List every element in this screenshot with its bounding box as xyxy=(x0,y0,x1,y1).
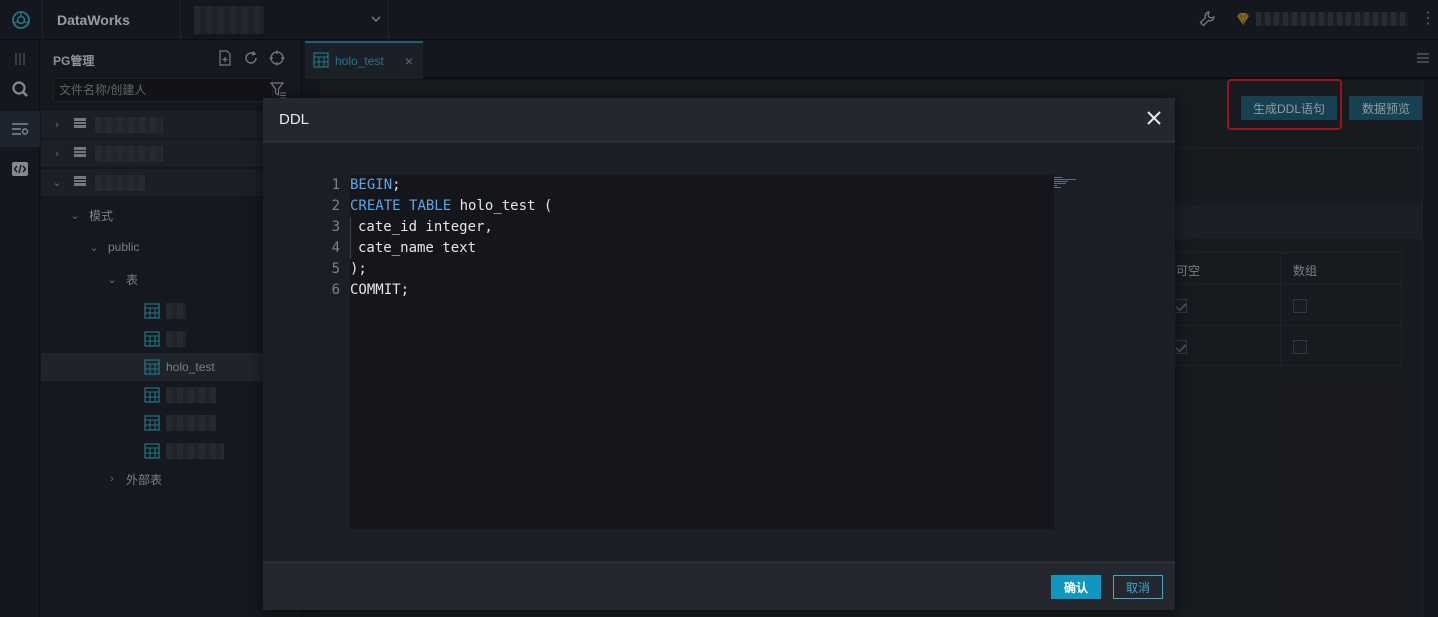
line-number: 3 xyxy=(331,219,340,235)
cancel-button[interactable]: 取消 xyxy=(1113,575,1163,599)
code-minimap[interactable] xyxy=(1054,175,1174,529)
minimap-line xyxy=(1054,185,1057,186)
ddl-dialog: DDL 123456 BEGIN; CREATE TABLE holo_test … xyxy=(263,98,1175,610)
sql-keyword: TABLE xyxy=(409,198,452,214)
line-number: 2 xyxy=(331,198,340,214)
code-token: ; xyxy=(392,177,401,193)
code-line: CREATE TABLE holo_test ( xyxy=(350,196,552,217)
indent-guide xyxy=(350,217,358,238)
dialog-title: DDL xyxy=(279,111,310,128)
code-token: cate_name text xyxy=(358,240,477,256)
dialog-header: DDL xyxy=(263,98,1175,142)
code-token: COMMIT; xyxy=(350,282,410,298)
line-number: 4 xyxy=(331,240,340,256)
sql-keyword: BEGIN xyxy=(350,177,393,193)
code-line: ); xyxy=(350,259,552,280)
sql-keyword: CREATE xyxy=(350,198,401,214)
line-number: 6 xyxy=(331,282,340,298)
minimap-line xyxy=(1054,179,1076,180)
dialog-footer: 确认 取消 xyxy=(263,562,1175,610)
line-number-gutter: 1 2 3 4 5 6 xyxy=(310,175,350,301)
dialog-body: 123456 BEGIN; CREATE TABLE holo_test (cat… xyxy=(263,143,1175,561)
line-number: 1 xyxy=(331,177,340,193)
code-token: ); xyxy=(350,261,367,277)
code-line: COMMIT; xyxy=(350,280,552,301)
close-icon[interactable] xyxy=(1146,110,1162,126)
code-line: cate_id integer, xyxy=(350,217,552,238)
minimap-line xyxy=(1054,177,1062,178)
code-line: BEGIN; xyxy=(350,175,552,196)
minimap-line xyxy=(1054,181,1068,182)
line-number: 5 xyxy=(331,261,340,277)
indent-guide xyxy=(350,238,358,259)
minimap-line xyxy=(1054,187,1061,188)
minimap-line xyxy=(1054,183,1066,184)
code-token: holo_test ( xyxy=(451,198,553,214)
code-line: cate_name text xyxy=(350,238,552,259)
confirm-button[interactable]: 确认 xyxy=(1051,575,1101,599)
code-token: cate_id integer, xyxy=(358,219,493,235)
code-content[interactable]: BEGIN; CREATE TABLE holo_test (cate_id in… xyxy=(350,175,552,301)
